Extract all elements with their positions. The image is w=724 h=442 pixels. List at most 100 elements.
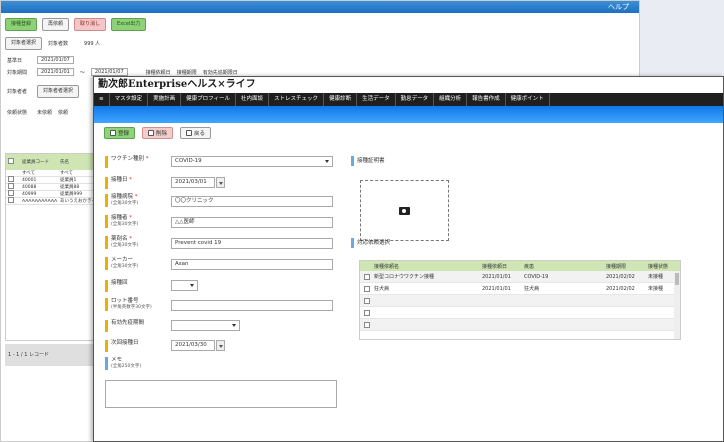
table-scrollbar[interactable] bbox=[674, 271, 680, 339]
menu-profile[interactable]: 健康プロフィール bbox=[181, 93, 237, 106]
drug-input[interactable]: Prevent covid 19 bbox=[171, 238, 333, 249]
calendar-dropdown-icon[interactable] bbox=[216, 177, 225, 188]
bg-period-from-input[interactable]: 2021/01/01 bbox=[37, 68, 74, 76]
bg-filter-name[interactable]: すべて bbox=[58, 170, 73, 176]
memo-row: メモ (全角250文字) bbox=[105, 357, 161, 370]
row-checkbox[interactable] bbox=[8, 197, 14, 203]
table-row[interactable] bbox=[360, 319, 680, 331]
menu-interview[interactable]: 社内面談 bbox=[236, 93, 270, 106]
administrator-row: 接種者 * (全角30文字) △△医師 bbox=[105, 215, 333, 228]
delete-label: 削除 bbox=[156, 131, 168, 137]
request-table-body: 新型コロナウワクチン接種 2021/01/01 COVID-19 2021/02/02… bbox=[360, 271, 680, 331]
row-checkbox[interactable] bbox=[364, 285, 370, 292]
bg-filter-code[interactable]: すべて bbox=[20, 170, 58, 176]
table-row[interactable]: 新型コロナウワクチン接種 2021/01/01 COVID-19 2021/02/02… bbox=[360, 271, 680, 283]
save-icon bbox=[110, 130, 116, 136]
administrator-input[interactable]: △△医師 bbox=[171, 217, 333, 228]
next-date-label: 次回接種日 bbox=[105, 340, 161, 352]
expiry-select[interactable] bbox=[171, 320, 240, 331]
bg-target-select-button[interactable]: 対象者者選択 bbox=[37, 85, 80, 98]
bg-select-all-checkbox[interactable] bbox=[8, 158, 14, 164]
table-row[interactable] bbox=[360, 307, 680, 319]
col-deadline: 接種期限 bbox=[606, 263, 627, 270]
row-checkbox[interactable] bbox=[8, 183, 14, 189]
menu-report[interactable]: 報告書作成 bbox=[467, 93, 506, 106]
row-checkbox[interactable] bbox=[364, 273, 370, 280]
bg-cell-code: 40088 bbox=[22, 184, 37, 190]
expiry-row: 有効先疫期間 bbox=[105, 320, 240, 332]
menu-plan[interactable]: 実施計画 bbox=[148, 93, 182, 106]
bg-rerequest-button[interactable]: 再依頼 bbox=[42, 18, 70, 31]
table-row[interactable]: 狂犬病 2021/01/01 狂犬病 2021/02/02 未接種 bbox=[360, 283, 680, 295]
bg-period-label: 対象期間 bbox=[7, 69, 28, 76]
bg-select-target-button[interactable]: 対象者選択 bbox=[5, 37, 43, 50]
table-row[interactable]: AAAAAAAAAAA あいうえおかきく bbox=[6, 197, 96, 205]
bg-register-button[interactable]: 接種登録 bbox=[5, 18, 38, 31]
vaccine-type-row: ワクチン種別 * COVID-19 bbox=[105, 156, 333, 168]
menu-life-data[interactable]: 生活データ bbox=[357, 93, 396, 106]
bg-header-bar: ヘルプ bbox=[1, 1, 639, 13]
request-table: 接種依頼名 接種依頼日 疾患 接種期限 接種状態 新型コロナウワクチン接種 202… bbox=[359, 260, 681, 340]
app-title: 勤次郎Enterpriseヘルス×ライフ bbox=[94, 77, 723, 93]
lot-number-input[interactable] bbox=[171, 300, 333, 311]
bg-excel-button[interactable]: Excel出力 bbox=[111, 18, 147, 31]
row-checkbox[interactable] bbox=[8, 176, 14, 182]
row-checkbox[interactable] bbox=[364, 321, 370, 328]
row-checkbox[interactable] bbox=[8, 190, 14, 196]
bg-radio-1[interactable]: 接種依頼日 bbox=[146, 69, 171, 76]
bg-base-date-row: 基準日 2021/01/07 bbox=[7, 56, 74, 64]
drug-row: 薬剤名 * (全角30文字) Prevent covid 19 bbox=[105, 236, 333, 249]
vaccination-date-input[interactable]: 2021/03/01 bbox=[171, 177, 215, 188]
bg-status-requested[interactable]: 依頼 bbox=[58, 109, 68, 116]
expiry-label: 有効先疫期間 bbox=[105, 320, 161, 332]
menu-health-check[interactable]: 健康診断 bbox=[324, 93, 358, 106]
hospital-label: 接種病院 * (全角30文字) bbox=[105, 194, 161, 207]
bg-base-date-input[interactable]: 2021/01/07 bbox=[37, 56, 74, 64]
hamburger-icon[interactable]: ≡ bbox=[94, 93, 110, 106]
bg-radio-3[interactable]: 有効先追期限日 bbox=[203, 69, 238, 76]
memo-label: メモ (全角250文字) bbox=[105, 357, 161, 370]
calendar-dropdown-icon[interactable] bbox=[216, 340, 225, 351]
action-bar: 登録 削除 戻る bbox=[94, 123, 723, 143]
row-checkbox[interactable] bbox=[364, 309, 370, 316]
bg-cancel-button[interactable]: 取り消し bbox=[74, 18, 107, 31]
menu-points[interactable]: 健康ポイント bbox=[506, 93, 550, 106]
cell-disease: COVID-19 bbox=[524, 273, 549, 280]
next-date-input[interactable]: 2021/03/30 bbox=[171, 340, 215, 351]
bg-period-to-input[interactable]: 2021/01/07 bbox=[90, 68, 128, 76]
col-disease: 疾患 bbox=[524, 263, 535, 270]
vaccine-type-select[interactable]: COVID-19 bbox=[171, 156, 333, 167]
request-table-header: 接種依頼名 接種依頼日 疾患 接種期限 接種状態 bbox=[360, 261, 680, 271]
back-button[interactable]: 戻る bbox=[180, 127, 212, 139]
menu-stress-check[interactable]: ストレスチェック bbox=[269, 93, 325, 106]
col-request-date: 接種依頼日 bbox=[482, 263, 508, 270]
bg-employee-grid: 従業員コード 氏名 すべて すべて 40001 従業員1 40088 従業員88 4… bbox=[5, 153, 97, 341]
back-icon bbox=[186, 130, 193, 136]
vaccination-date-label: 接種日 * bbox=[105, 177, 161, 189]
back-label: 戻る bbox=[194, 131, 206, 137]
bg-help-link[interactable]: ヘルプ bbox=[608, 3, 629, 11]
bg-radio-2[interactable]: 接種期限 bbox=[177, 69, 197, 76]
table-row[interactable] bbox=[360, 295, 680, 307]
delete-button[interactable]: 削除 bbox=[142, 127, 174, 139]
save-button[interactable]: 登録 bbox=[104, 127, 136, 139]
cell-request-name: 狂犬病 bbox=[374, 286, 390, 292]
administrator-label: 接種者 * (全角30文字) bbox=[105, 215, 161, 228]
menu-attendance[interactable]: 勤怠データ bbox=[396, 93, 435, 106]
col-status: 接種状態 bbox=[648, 263, 669, 270]
row-checkbox[interactable] bbox=[364, 297, 370, 304]
menu-master[interactable]: マスタ設定 bbox=[110, 93, 149, 106]
bg-col-name: 氏名 bbox=[60, 160, 69, 165]
drug-label: 薬剤名 * (全角30文字) bbox=[105, 236, 161, 249]
maker-row: メーカー (全角30文字) Asan bbox=[105, 257, 333, 270]
cell-deadline: 2021/02/02 bbox=[606, 273, 635, 280]
menu-analysis[interactable]: 組織分析 bbox=[434, 93, 468, 106]
bg-cell-code: 40001 bbox=[22, 177, 37, 183]
cell-request-date: 2021/01/01 bbox=[482, 273, 511, 280]
dose-number-select[interactable] bbox=[171, 280, 198, 291]
hospital-input[interactable]: 〇〇クリニック bbox=[171, 196, 333, 207]
memo-textarea[interactable] bbox=[105, 380, 337, 408]
maker-input[interactable]: Asan bbox=[171, 259, 333, 270]
bg-status-unrequested[interactable]: 未依頼 bbox=[37, 109, 52, 116]
certificate-upload-area[interactable] bbox=[360, 180, 449, 241]
